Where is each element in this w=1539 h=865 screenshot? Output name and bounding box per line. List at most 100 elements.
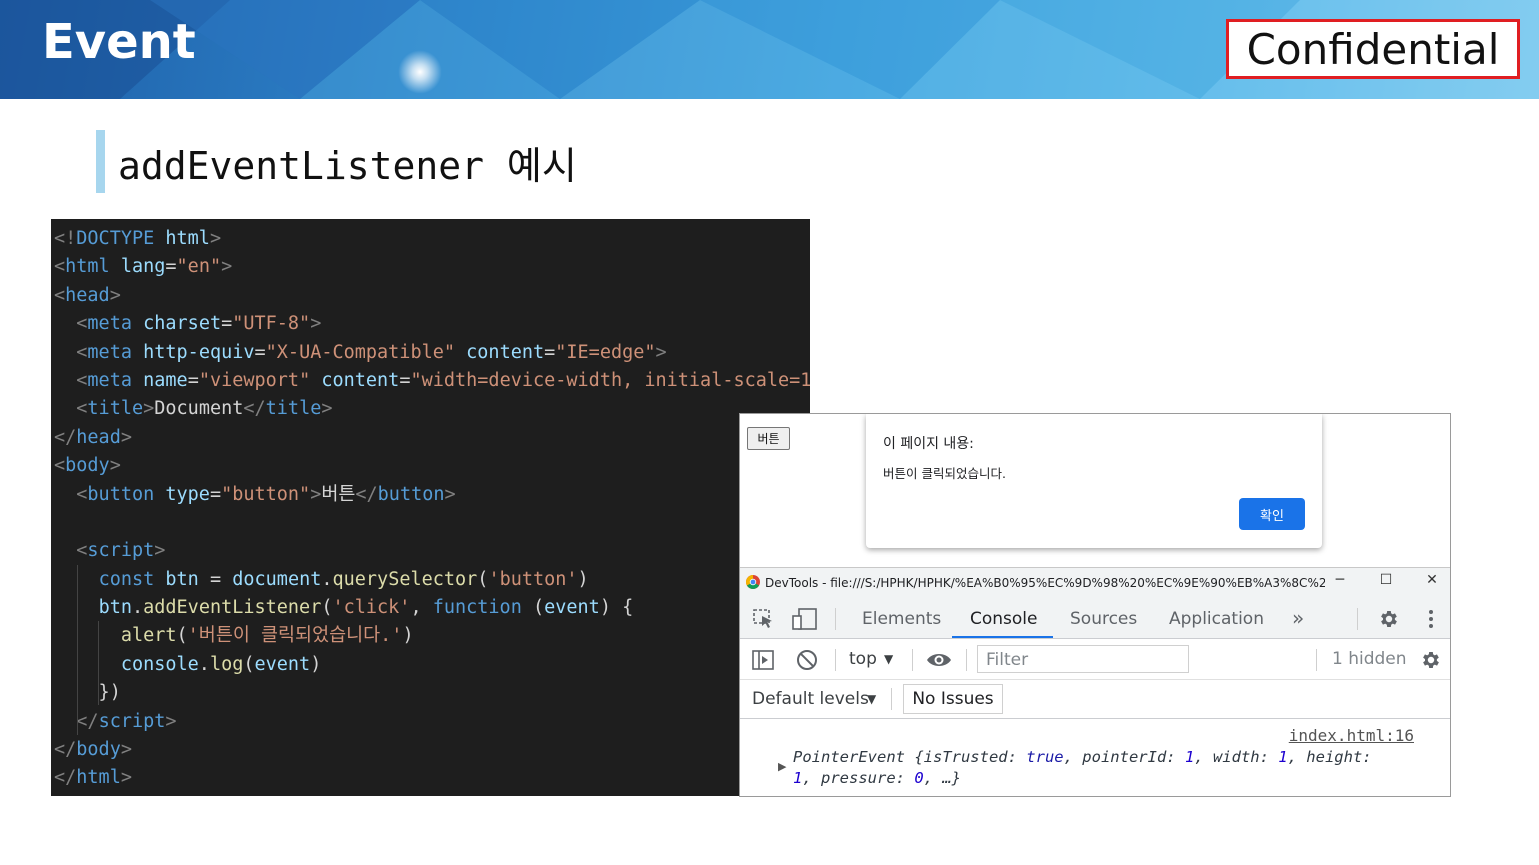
devtools-titlebar: DevTools - file:///S:/HPHK/HPHK/%EA%B0%9… — [740, 567, 1450, 598]
code-token: </ — [54, 426, 77, 448]
code-line: <!DOCTYPE html> — [54, 225, 810, 253]
code-token: title — [87, 398, 144, 420]
console-log-line[interactable]: 1, pressure: 0, …} — [793, 769, 961, 787]
more-tabs-icon[interactable]: » — [1292, 606, 1304, 630]
log-levels-dropdown[interactable]: Default levels — [752, 689, 869, 709]
sidebar-toggle-icon[interactable] — [752, 650, 774, 670]
settings-gear-icon[interactable] — [1378, 608, 1400, 630]
page-button[interactable]: 버튼 — [747, 427, 790, 450]
code-line: <button type="button">버튼</button> — [54, 481, 810, 509]
code-token: </ — [355, 483, 378, 505]
code-token: . — [131, 597, 144, 619]
code-token: ( — [176, 625, 188, 647]
code-token: 'click' — [332, 597, 411, 619]
tab-application[interactable]: Application — [1169, 609, 1264, 629]
code-token: script — [87, 540, 155, 562]
code-token: > — [310, 483, 322, 505]
code-token: ( — [477, 568, 489, 590]
tab-console[interactable]: Console — [970, 609, 1038, 629]
alert-ok-button[interactable]: 확인 — [1239, 498, 1305, 530]
code-line: <title>Document</title> — [54, 395, 810, 423]
tab-sources[interactable]: Sources — [1070, 609, 1137, 629]
device-toolbar-icon[interactable] — [792, 608, 818, 630]
code-line: <meta name="viewport" content="width=dev… — [54, 367, 810, 395]
live-expression-eye-icon[interactable] — [926, 651, 952, 669]
code-token: }) — [54, 682, 121, 704]
issues-button[interactable]: No Issues — [903, 684, 1003, 714]
heading-accent-bar — [96, 130, 105, 193]
devtools-tabbar: Elements Console Sources Application » — [740, 598, 1450, 639]
code-token: < — [54, 284, 66, 306]
more-options-icon[interactable] — [1428, 609, 1434, 629]
toolbar-separator — [835, 649, 836, 671]
levels-dropdown-icon[interactable]: ▼ — [867, 692, 876, 706]
hidden-count: 1 hidden — [1332, 649, 1407, 669]
code-line: <head> — [54, 282, 810, 310]
code-token: > — [120, 426, 132, 448]
header-banner: Event Confidential — [0, 0, 1539, 99]
code-token: http-equiv — [143, 341, 255, 363]
code-line: </head> — [54, 424, 810, 452]
code-line: <html lang="en"> — [54, 253, 810, 281]
code-token: < — [76, 341, 88, 363]
expand-caret-icon[interactable]: ▶ — [778, 760, 786, 773]
code-token: lang — [120, 256, 166, 278]
code-line: }) — [54, 679, 810, 707]
code-token: ( — [243, 653, 255, 675]
section-heading: addEventListener 예시 — [118, 144, 577, 188]
code-token: "en" — [176, 256, 222, 278]
context-selector[interactable]: top — [849, 649, 877, 669]
code-token: 버튼 — [321, 483, 356, 505]
code-line: <body> — [54, 452, 810, 480]
code-line: <meta charset="UTF-8"> — [54, 310, 810, 338]
tab-elements[interactable]: Elements — [862, 609, 941, 629]
code-line: </body> — [54, 736, 810, 764]
console-log-line[interactable]: PointerEvent {isTrusted: true, pointerId… — [793, 748, 1372, 766]
console-settings-gear-icon[interactable] — [1420, 649, 1442, 671]
code-token: > — [444, 483, 456, 505]
code-token: event — [254, 653, 311, 675]
confidential-badge: Confidential — [1226, 19, 1520, 79]
close-icon[interactable]: ✕ — [1421, 572, 1443, 588]
minimize-icon[interactable]: ─ — [1329, 572, 1351, 588]
code-line: alert('버튼이 클릭되었습니다.') — [54, 622, 810, 650]
code-line: console.log(event) — [54, 651, 810, 679]
console-filter-input[interactable]: Filter — [977, 645, 1189, 673]
code-token: ( — [521, 597, 545, 619]
context-dropdown-icon[interactable]: ▼ — [884, 652, 893, 666]
console-levels-bar: Default levels ▼ No Issues — [740, 680, 1450, 719]
code-token: < — [76, 369, 88, 391]
code-token: </ — [54, 767, 77, 789]
code-token: </ — [76, 710, 99, 732]
toolbar-separator — [912, 649, 913, 671]
confidential-label: Confidential — [1246, 24, 1500, 74]
browser-window: 버튼 이 페이지 내용: 버튼이 클릭되었습니다. 확인 DevTools - … — [739, 413, 1451, 797]
code-token: meta — [87, 341, 132, 363]
code-token: > — [143, 398, 155, 420]
inspect-element-icon[interactable] — [753, 609, 775, 629]
maximize-icon[interactable]: ☐ — [1375, 572, 1397, 588]
code-token: > — [165, 710, 177, 732]
code-token: log — [209, 653, 244, 675]
code-token: btn — [165, 568, 199, 590]
code-token: = — [198, 568, 233, 590]
indent-guide — [77, 565, 78, 735]
code-token: title — [265, 398, 322, 420]
source-link[interactable]: index.html:16 — [1289, 726, 1414, 745]
code-token: console — [120, 653, 199, 675]
code-token: alert — [120, 625, 177, 647]
light-flare — [398, 50, 442, 94]
console-toolbar: top ▼ Filter 1 hidden — [740, 639, 1450, 680]
code-token: > — [209, 228, 222, 249]
devtools-window-title: DevTools - file:///S:/HPHK/HPHK/%EA%B0%9… — [765, 576, 1325, 590]
code-token: button — [377, 483, 445, 505]
code-token: < — [76, 398, 88, 420]
code-token: "IE=edge" — [555, 341, 656, 363]
code-token: = — [544, 341, 556, 363]
clear-console-icon[interactable] — [796, 649, 818, 671]
